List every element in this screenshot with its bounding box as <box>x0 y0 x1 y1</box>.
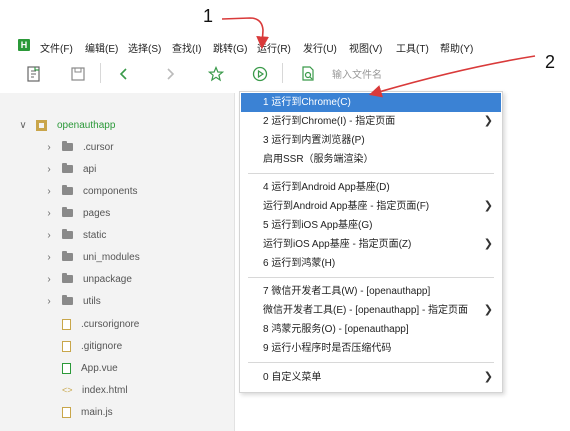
annotation-number-1: 1 <box>203 6 214 26</box>
annotation-arrows <box>221 17 536 98</box>
annotation-number-2: 2 <box>545 52 556 72</box>
